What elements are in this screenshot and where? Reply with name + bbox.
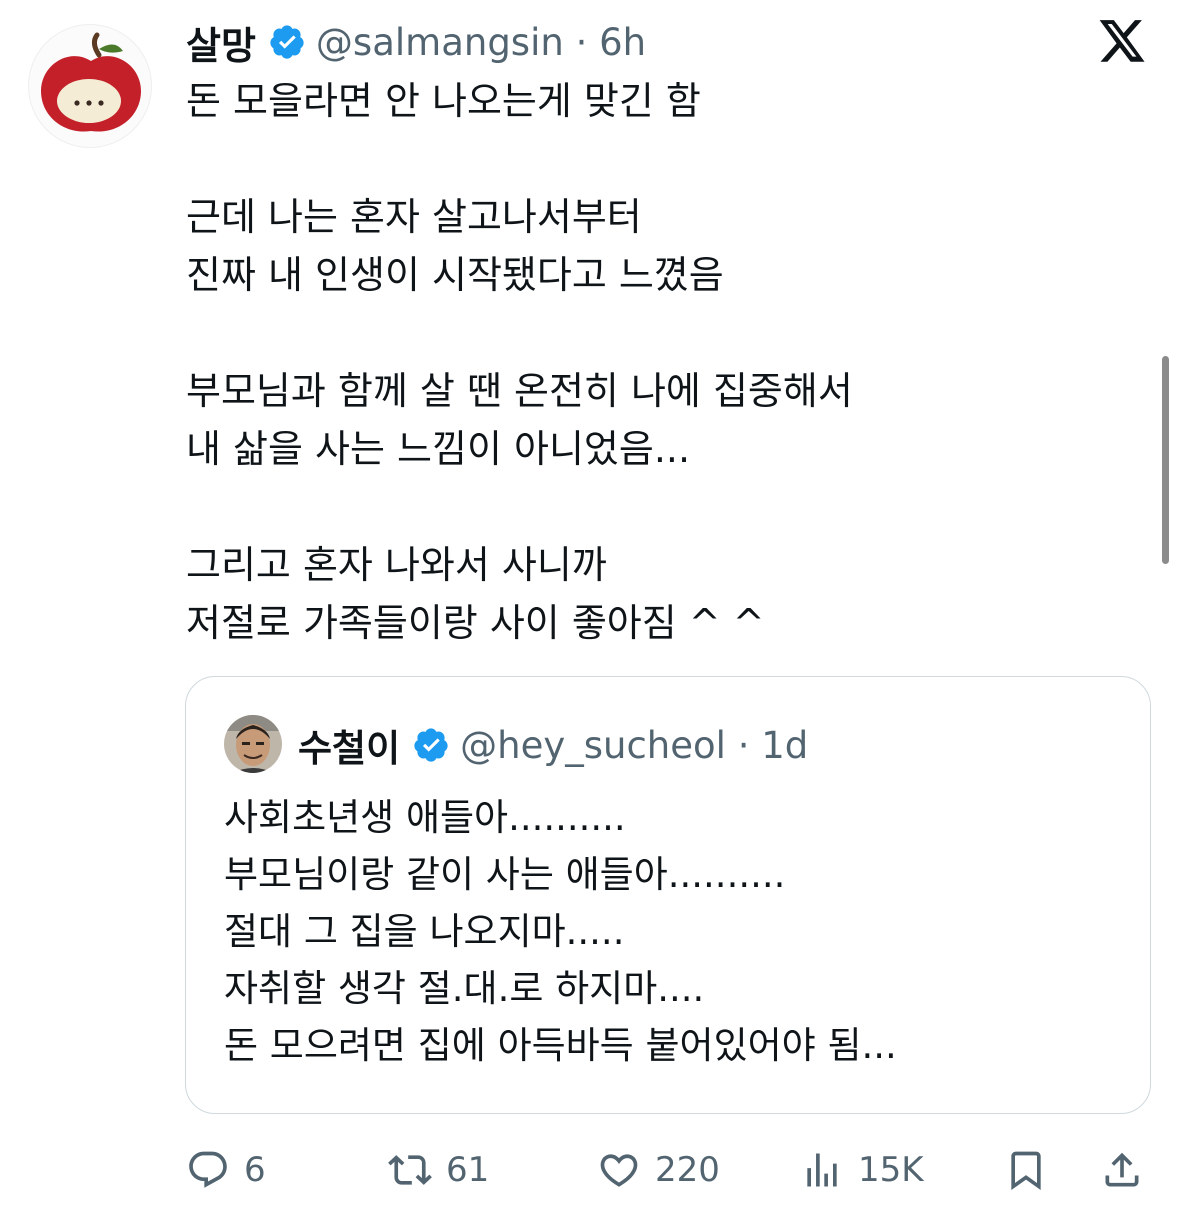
person-photo-icon (224, 715, 282, 773)
text-line: 사회초년생 애들아.......... (224, 796, 626, 839)
views-button[interactable]: 15K (800, 1140, 924, 1200)
text-line (186, 304, 1086, 362)
reply-icon (189, 1151, 227, 1188)
text-line (186, 478, 1086, 536)
text-line: 돈 모으려면 집에 아득바득 붙어있어야 됨... (224, 1024, 897, 1067)
bookmark-icon (1011, 1151, 1041, 1191)
text-line: 내 삶을 사는 느낌이 아니었음... (186, 427, 691, 471)
quote-author-handle[interactable]: @hey_sucheol (460, 724, 726, 767)
reply-count: 6 (244, 1150, 266, 1190)
views-icon (807, 1153, 837, 1187)
quote-author-name[interactable]: 수철이 (298, 718, 400, 772)
text-line: 절대 그 집을 나오지마..... (224, 910, 625, 953)
heart-icon (600, 1154, 638, 1187)
verified-badge-icon (268, 23, 306, 61)
text-line: 돈 모을라면 안 나오는게 맞긴 함 (186, 79, 701, 123)
text-line: 진짜 내 인생이 시작됐다고 느꼈음 (186, 253, 724, 297)
text-line: 부모님이랑 같이 사는 애들아.......... (224, 853, 786, 896)
repost-icon (388, 1155, 432, 1185)
separator-dot: · (725, 723, 762, 767)
view-count: 15K (858, 1150, 924, 1190)
like-count: 220 (655, 1150, 720, 1190)
share-icon (1105, 1152, 1139, 1187)
text-line: 근데 나는 혼자 살고나서부터 (186, 195, 642, 239)
author-handle[interactable]: @salmangsin (316, 21, 564, 64)
author-avatar[interactable] (28, 24, 152, 148)
repost-button[interactable]: 61 (388, 1140, 489, 1200)
tweet-text: 돈 모을라면 안 나오는게 맞긴 함 근데 나는 혼자 살고나서부터진짜 내 인… (186, 72, 1086, 652)
text-line: 자취할 생각 절.대.로 하지마.... (224, 967, 705, 1010)
quote-text: 사회초년생 애들아.......... 부모님이랑 같이 사는 애들아......… (224, 789, 1124, 1074)
tweet-time[interactable]: 6h (599, 21, 646, 64)
repost-count: 61 (446, 1150, 490, 1190)
verified-badge-icon (412, 726, 450, 764)
reply-button[interactable]: 6 (186, 1140, 266, 1200)
like-button[interactable]: 220 (597, 1140, 720, 1200)
author-name[interactable]: 살망 (186, 15, 256, 70)
text-line: 그리고 혼자 나와서 사니까 (186, 543, 607, 587)
separator-dot: · (563, 20, 600, 64)
apple-avatar-icon (41, 32, 141, 132)
text-line: 부모님과 함께 살 땐 온전히 나에 집중해서 (186, 369, 853, 413)
scrollbar[interactable] (1162, 356, 1169, 564)
text-line (186, 130, 1086, 188)
bookmark-button[interactable] (1004, 1140, 1048, 1200)
quote-header: 수철이 @hey_sucheol · 1d (298, 715, 808, 775)
action-bar: 6 61 220 15K (0, 1140, 1179, 1200)
quote-author-avatar[interactable] (224, 715, 282, 773)
quoted-tweet[interactable]: 수철이 @hey_sucheol · 1d 사회초년생 애들아.........… (185, 676, 1151, 1114)
quote-time[interactable]: 1d (761, 724, 808, 767)
text-line: 저절로 가족들이랑 사이 좋아짐 ^ ^ (186, 601, 765, 645)
tweet-header: 살망 @salmangsin · 6h (186, 14, 646, 70)
share-button[interactable] (1100, 1140, 1144, 1200)
x-logo-icon[interactable] (1097, 20, 1147, 66)
